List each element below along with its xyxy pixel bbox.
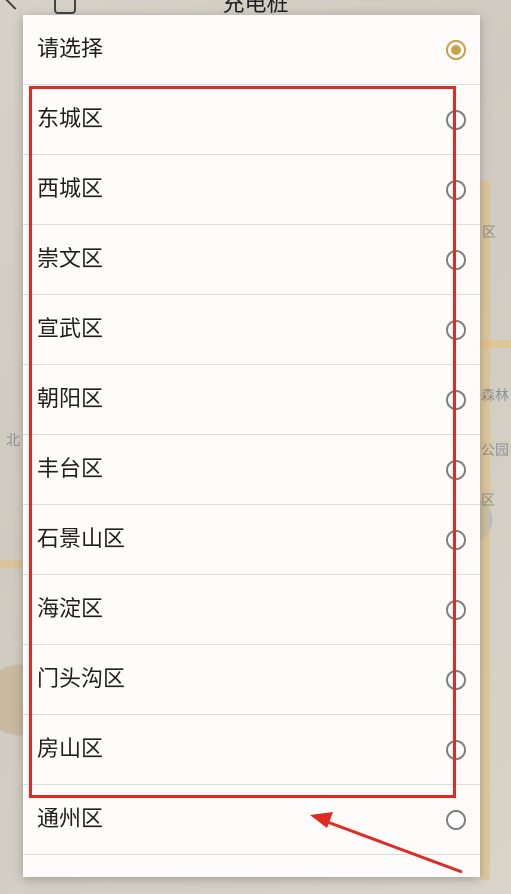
option-label: 海淀区: [37, 597, 104, 622]
option-label: 丰台区: [37, 457, 104, 482]
radio-icon[interactable]: [446, 530, 466, 550]
option-label: 东城区: [37, 107, 104, 132]
option-label: 西城区: [37, 177, 104, 202]
map-road: [480, 180, 490, 880]
option-fangshan[interactable]: 房山区: [23, 715, 480, 785]
option-label: 石景山区: [37, 527, 126, 552]
page-title: 充电桩: [222, 0, 289, 16]
radio-icon[interactable]: [446, 390, 466, 410]
option-fengtai[interactable]: 丰台区: [23, 435, 480, 505]
option-mentougou[interactable]: 门头沟区: [23, 645, 480, 715]
option-chaoyang[interactable]: 朝阳区: [23, 365, 480, 435]
radio-icon[interactable]: [446, 740, 466, 760]
map-road: [0, 560, 23, 568]
option-label: 请选择: [37, 37, 104, 62]
radio-icon[interactable]: [446, 460, 466, 480]
radio-icon[interactable]: [446, 670, 466, 690]
option-tongzhou[interactable]: 通州区: [23, 785, 480, 855]
radio-icon[interactable]: [446, 250, 466, 270]
option-label: 宣武区: [37, 317, 104, 342]
option-label: 朝阳区: [37, 387, 104, 412]
radio-icon[interactable]: [446, 180, 466, 200]
radio-icon[interactable]: [446, 810, 466, 830]
option-xicheng[interactable]: 西城区: [23, 155, 480, 225]
map-label: 北: [6, 433, 20, 449]
option-shijingshan[interactable]: 石景山区: [23, 505, 480, 575]
map-road: [480, 340, 511, 348]
district-picker-dialog: 请选择 东城区 西城区 崇文区 宣武区 朝阳区 丰台区 石景山区 海淀区 门头沟…: [23, 15, 480, 877]
option-label: 门头沟区: [37, 667, 126, 692]
map-label: 公园: [481, 443, 509, 459]
map-label: 区: [481, 493, 495, 509]
radio-checked-icon[interactable]: [446, 40, 466, 60]
option-label: 崇文区: [37, 247, 104, 272]
option-label: 通州区: [37, 807, 104, 832]
option-please-select[interactable]: 请选择: [23, 15, 480, 85]
option-chongwen[interactable]: 崇文区: [23, 225, 480, 295]
radio-icon[interactable]: [446, 110, 466, 130]
option-xuanwu[interactable]: 宣武区: [23, 295, 480, 365]
map-label: 区: [482, 225, 496, 241]
radio-icon[interactable]: [446, 320, 466, 340]
top-bar: 充电桩: [0, 0, 511, 16]
radio-icon[interactable]: [446, 600, 466, 620]
option-dongcheng[interactable]: 东城区: [23, 85, 480, 155]
map-label: 森林: [481, 388, 509, 404]
option-haidian[interactable]: 海淀区: [23, 575, 480, 645]
option-label: 房山区: [37, 737, 104, 762]
